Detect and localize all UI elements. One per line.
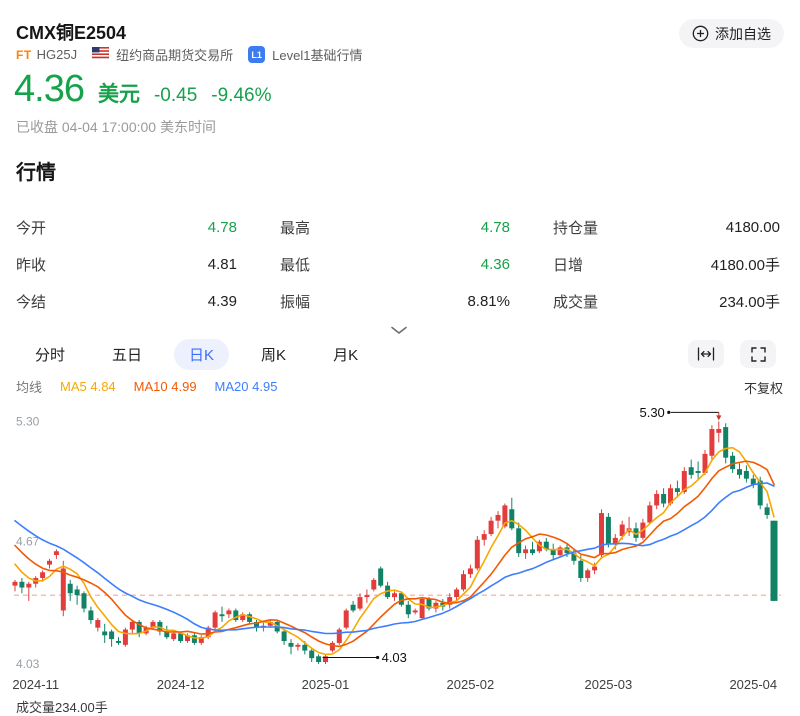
ma-line-MA20 <box>15 483 774 634</box>
stats-column-1: 今开 4.78 昨收 4.81 今结 4.39 <box>16 209 237 320</box>
stat-label: 昨收 <box>16 254 46 275</box>
adjust-mode-label[interactable]: 不复权 <box>744 378 783 397</box>
stat-value: 234.00手 <box>719 291 780 312</box>
last-price: 4.36 <box>14 68 84 111</box>
stat-row: 成交量 234.00手 <box>553 283 780 320</box>
x-axis-label: 2025-02 <box>447 677 495 692</box>
fullscreen-icon <box>751 347 766 362</box>
stat-row: 最高 4.78 <box>280 209 510 246</box>
stat-value: 4.39 <box>208 293 237 310</box>
tab-五日[interactable]: 五日 <box>97 339 157 370</box>
tab-周K[interactable]: 周K <box>246 339 301 370</box>
ma-line-MA10 <box>15 461 774 646</box>
us-flag-icon <box>92 47 109 62</box>
page-title: CMX铜E2504 <box>16 19 126 45</box>
fullscreen-button[interactable] <box>740 340 776 368</box>
ma-legend-item: MA5 4.84 <box>60 379 116 394</box>
low-annotation-label: 4.03 <box>382 650 407 665</box>
price-change: -0.45 <box>154 85 197 107</box>
x-axis-label: 2025-01 <box>302 677 350 692</box>
exchange-name: 纽约商品期货交易所 <box>116 45 233 64</box>
tab-日K[interactable]: 日K <box>174 339 229 370</box>
stat-value: 4180.00手 <box>711 254 780 275</box>
market-status: 已收盘 04-04 17:00:00 美东时间 <box>16 117 216 137</box>
period-tabs: 分时五日日K 周K 月K <box>20 339 373 370</box>
symbol-code: HG25J <box>37 47 77 62</box>
stat-label: 日增 <box>553 254 583 275</box>
add-watchlist-button[interactable]: 添加自选 <box>679 19 784 48</box>
ma-legend-item: MA10 4.99 <box>134 379 197 394</box>
futu-logo: FT <box>16 48 32 62</box>
stat-row: 昨收 4.81 <box>16 246 237 283</box>
level1-label[interactable]: Level1基础行情 <box>272 45 362 64</box>
currency-label: 美元 <box>98 78 140 108</box>
stat-label: 持仓量 <box>553 217 598 238</box>
stat-value: 4180.00 <box>726 219 780 236</box>
stat-label: 今结 <box>16 291 46 312</box>
stat-row: 今结 4.39 <box>16 283 237 320</box>
stat-row: 持仓量 4180.00 <box>553 209 780 246</box>
stats-column-3: 持仓量 4180.00 日增 4180.00手成交量 234.00手 <box>553 209 780 320</box>
level1-badge-icon: L1 <box>248 46 265 63</box>
stat-label: 成交量 <box>553 291 598 312</box>
fit-width-icon <box>697 347 715 361</box>
x-axis-label: 2025-03 <box>585 677 633 692</box>
ma-prefix-label: 均线 <box>16 377 42 396</box>
ma-legend: 均线 MA5 4.84 MA10 4.99 MA20 4.95 <box>16 377 277 396</box>
stat-label: 振幅 <box>280 291 310 312</box>
stat-row: 振幅 8.81% <box>280 283 510 320</box>
high-annotation-label: 5.30 <box>639 405 664 420</box>
x-axis-label: 2024-11 <box>12 677 59 692</box>
collapse-chevron-down-icon[interactable] <box>390 322 408 340</box>
kline-chart[interactable]: 5.304.674.032024-112024-122025-012025-02… <box>0 400 800 707</box>
stat-value: 4.78 <box>481 219 510 236</box>
section-title-market: 行情 <box>16 156 56 185</box>
stats-column-2: 最高 4.78 最低 4.36 振幅 8.81% <box>280 209 510 320</box>
tab-月K[interactable]: 月K <box>318 339 373 370</box>
circle-plus-icon <box>692 25 709 42</box>
stat-value: 8.81% <box>467 293 510 310</box>
ma-legend-item: MA20 4.95 <box>215 379 278 394</box>
instrument-badges: FT HG25J 纽约商品期货交易所 L1 Level1基础行情 <box>16 45 362 64</box>
tab-分时[interactable]: 分时 <box>20 339 80 370</box>
stat-label: 最高 <box>280 217 310 238</box>
fit-width-button[interactable] <box>688 340 724 368</box>
stat-row: 日增 4180.00手 <box>553 246 780 283</box>
x-axis-label: 2025-04 <box>729 677 777 692</box>
x-axis-label: 2024-12 <box>157 677 205 692</box>
candles-layer <box>13 421 778 664</box>
stat-row: 今开 4.78 <box>16 209 237 246</box>
stat-row: 最低 4.36 <box>280 246 510 283</box>
stat-value: 4.81 <box>208 256 237 273</box>
quote-block: 4.36 美元 -0.45 -9.46% <box>14 68 271 111</box>
y-axis-label: 5.30 <box>16 414 40 428</box>
stat-label: 最低 <box>280 254 310 275</box>
stat-label: 今开 <box>16 217 46 238</box>
stat-value: 4.36 <box>481 256 510 273</box>
price-change-percent: -9.46% <box>211 85 271 107</box>
stat-value: 4.78 <box>208 219 237 236</box>
y-axis-label: 4.03 <box>16 657 40 671</box>
